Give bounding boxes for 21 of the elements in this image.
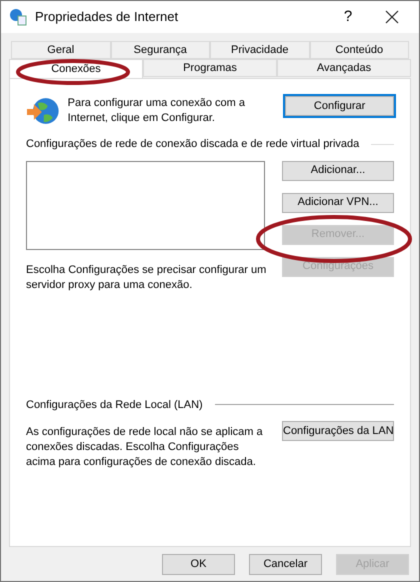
help-button[interactable]: ?	[331, 6, 365, 28]
section-heading: Configurações de rede de conexão discada e de rede virtual privada	[26, 137, 360, 152]
setup-text: Para configurar uma conexão com a Internet, clique em Configurar.	[68, 96, 246, 126]
lan-text: As configurações de rede local não se aplicam a conexões discadas. Escolha Configurações acima para configurações de conexão discada.	[26, 425, 264, 470]
tab[interactable]: Avançadas	[277, 59, 411, 77]
button[interactable]: Cancelar	[249, 554, 322, 575]
button[interactable]: Adicionar VPN...	[282, 192, 394, 212]
button[interactable]: Configurar	[285, 96, 394, 116]
button[interactable]: Adicionar...	[282, 160, 394, 180]
close-icon[interactable]	[385, 10, 399, 24]
tab[interactable]: Segurança	[110, 41, 210, 59]
tab[interactable]: Conteúdo	[310, 41, 409, 59]
connection-list[interactable]	[26, 160, 265, 250]
button[interactable]: OK	[162, 554, 235, 575]
tab[interactable]: Programas	[143, 59, 277, 77]
proxy-text: Escolha Configurações se precisar configurar um servidor proxy para uma conexão.	[26, 262, 268, 292]
button[interactable]: Configurações da LAN	[282, 421, 394, 441]
section-heading: Configurações da Rede Local (LAN)	[26, 398, 203, 412]
tab[interactable]: Geral	[11, 41, 110, 59]
tab[interactable]: Privacidade	[210, 41, 310, 59]
window-title: Propriedades de Internet	[35, 8, 180, 26]
